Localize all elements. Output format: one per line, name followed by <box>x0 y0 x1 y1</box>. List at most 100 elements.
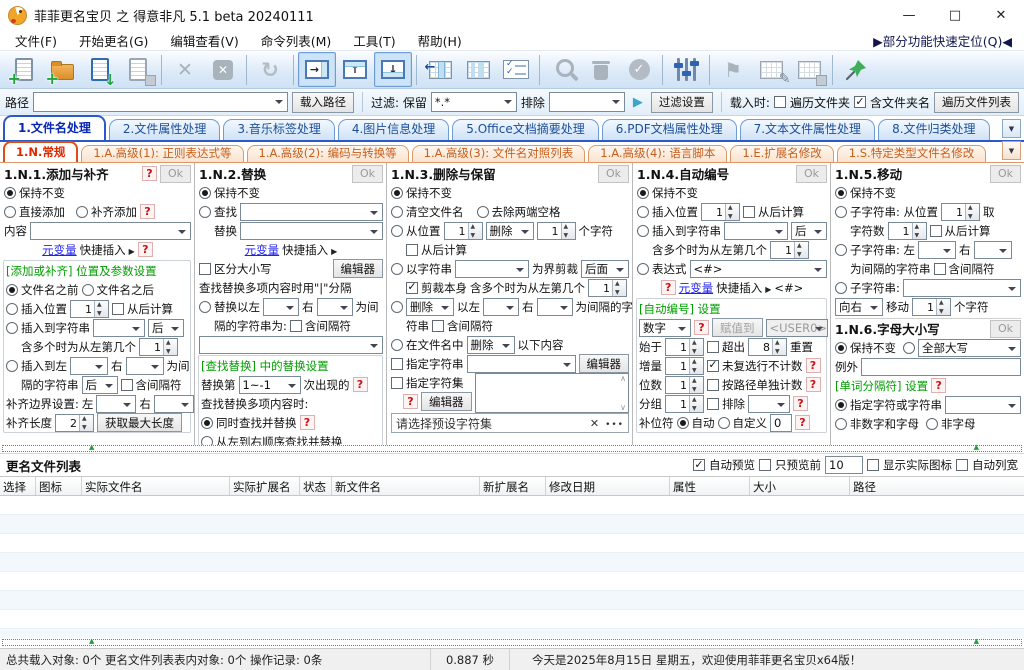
p4-custom-radio[interactable] <box>718 417 730 429</box>
p1-pad-right-combo[interactable] <box>154 395 194 413</box>
p2-nth-combo[interactable]: 1~-1 <box>239 376 301 394</box>
quick-locate-menu[interactable]: ▶部分功能快速定位(Q)◀ <box>873 31 1020 50</box>
help-icon[interactable]: ? <box>661 280 676 295</box>
p2-editor-button[interactable]: 编辑器 <box>333 259 384 278</box>
panel5-ok-button[interactable]: Ok <box>990 165 1021 183</box>
p3-from-end-checkbox[interactable] <box>406 244 418 256</box>
p6-keep-radio[interactable] <box>835 342 847 354</box>
p3-preset-bar[interactable]: 请选择预设字符集 <box>391 413 629 433</box>
p4-exceed-checkbox[interactable] <box>707 341 719 353</box>
p6-non-alnum-radio[interactable] <box>835 418 847 430</box>
column-header-new-ext[interactable]: 新扩展名 <box>480 477 546 495</box>
toggle-top-panel-button[interactable] <box>336 52 374 87</box>
p6-case-radio[interactable] <box>903 342 915 354</box>
toggle-right-panel-button[interactable] <box>298 52 336 87</box>
p5-from-end-checkbox[interactable] <box>930 225 942 237</box>
p1-content-combo[interactable] <box>30 222 191 240</box>
help-icon[interactable]: ? <box>795 415 810 430</box>
p4-exclude-combo[interactable] <box>748 395 790 413</box>
close-button[interactable]: ✕ <box>978 0 1024 30</box>
panel3-ok-button[interactable]: Ok <box>598 165 629 183</box>
p1-from-end-checkbox[interactable] <box>112 303 124 315</box>
column-header-status[interactable]: 状态 <box>300 477 332 495</box>
p5-direction-combo[interactable]: 向右 <box>835 298 883 316</box>
traverse-folders-checkbox[interactable] <box>774 96 786 108</box>
menu-tools[interactable]: 工具(T) <box>342 31 406 50</box>
p3-editor-button[interactable]: 编辑器 <box>579 354 630 373</box>
p5-left-sep-combo[interactable] <box>918 241 956 259</box>
panel1-ok-button[interactable]: Ok <box>160 165 191 183</box>
load-path-button[interactable]: 载入路径 <box>292 92 354 113</box>
tab-text-attributes[interactable]: 7.文本文件属性处理 <box>740 119 875 140</box>
p3-spec-str-combo[interactable] <box>467 355 576 373</box>
p1-insert-to-str-radio[interactable] <box>6 322 18 334</box>
check-options-button[interactable] <box>497 52 535 87</box>
p5-move-spinner[interactable]: 1 <box>912 298 951 316</box>
p3-count-spinner[interactable]: 1 <box>537 222 576 240</box>
menu-file[interactable]: 文件(F) <box>4 31 68 50</box>
p4-insert-to-str-radio[interactable] <box>637 225 649 237</box>
p5-sub1-radio[interactable] <box>835 206 847 218</box>
clear-list-button[interactable] <box>204 52 242 87</box>
p1-insert-pos-radio[interactable] <box>6 303 18 315</box>
maximize-button[interactable]: □ <box>932 0 978 30</box>
sub-tab-overflow-button[interactable] <box>1002 141 1021 160</box>
edit-table-button[interactable] <box>752 52 790 87</box>
expand-icon[interactable] <box>765 281 771 295</box>
p1-include-sep-checkbox[interactable] <box>121 379 133 391</box>
p1-insert-pos-spinner[interactable]: 1 <box>70 300 109 318</box>
horizontal-splitter-bottom[interactable] <box>2 639 1022 646</box>
fit-column-left-button[interactable] <box>421 52 459 87</box>
p4-group-spinner[interactable]: 1 <box>665 395 704 413</box>
p4-uncounted-checkbox[interactable] <box>707 360 719 372</box>
tab-image-info[interactable]: 4.图片信息处理 <box>338 119 449 140</box>
expand-icon[interactable] <box>129 243 135 257</box>
traverse-file-list-button[interactable]: 遍历文件列表 <box>934 92 1019 113</box>
tab-music-tags[interactable]: 3.音乐标签处理 <box>223 119 334 140</box>
panel4-ok-button[interactable]: Ok <box>796 165 827 183</box>
subtab-script[interactable]: 1.A.高级(4): 语言脚本 <box>588 145 727 162</box>
p4-insert-pos-radio[interactable] <box>637 206 649 218</box>
help-icon[interactable]: ? <box>142 166 157 181</box>
subtab-regex[interactable]: 1.A.高级(1): 正则表达式等 <box>81 145 243 162</box>
column-header-icon[interactable]: 图标 <box>36 477 82 495</box>
p1-sep-after-combo[interactable]: 后 <box>82 376 118 394</box>
p3-between-radio[interactable] <box>391 301 403 313</box>
p3-charset-checkbox[interactable] <box>391 377 403 389</box>
panel6-ok-button[interactable]: Ok <box>990 320 1021 338</box>
p3-right-sep-combo[interactable] <box>537 298 573 316</box>
column-header-actual-ext[interactable]: 实际扩展名 <box>230 477 300 495</box>
p2-find-combo[interactable] <box>240 203 383 221</box>
column-header-select[interactable]: 选择 <box>0 477 36 495</box>
keep-pattern-combo[interactable]: *.* <box>431 92 517 112</box>
p4-auto-radio[interactable] <box>677 417 689 429</box>
p5-pos-spinner[interactable]: 1 <box>941 203 980 221</box>
p3-charset-editor-button[interactable]: 编辑器 <box>421 392 472 411</box>
include-folder-names-checkbox[interactable] <box>854 96 866 108</box>
menu-command-list[interactable]: 命令列表(M) <box>250 31 343 50</box>
p4-user-var-combo[interactable]: <USER0> <box>766 319 828 337</box>
p3-from-pos-radio[interactable] <box>391 225 403 237</box>
p5-include-sep-checkbox[interactable] <box>934 263 946 275</box>
apply-rename-button[interactable] <box>620 52 658 87</box>
p6-spec-radio[interactable] <box>835 399 847 411</box>
refresh-button[interactable] <box>251 52 289 87</box>
help-icon[interactable]: ? <box>353 377 368 392</box>
apply-filter-icon[interactable] <box>629 93 647 111</box>
expand-icon[interactable] <box>331 243 337 257</box>
p1-right-sep-combo[interactable] <box>126 357 164 375</box>
p2-simultaneous-radio[interactable] <box>201 417 213 429</box>
p4-after-combo[interactable]: 后 <box>791 222 827 240</box>
exclude-pattern-combo[interactable] <box>549 92 625 112</box>
clear-preset-icon[interactable] <box>590 416 599 430</box>
menu-edit-view[interactable]: 编辑查看(V) <box>159 31 249 50</box>
p2-replace-combo[interactable] <box>240 222 383 240</box>
p6-exception-input[interactable] <box>861 358 1021 376</box>
column-layout-button[interactable] <box>459 52 497 87</box>
p1-after-combo[interactable]: 后 <box>148 319 184 337</box>
delete-check-button[interactable] <box>582 52 620 87</box>
p1-multi-nth-spinner[interactable]: 1 <box>139 338 178 356</box>
flag-mark-button[interactable] <box>714 52 752 87</box>
export-table-button[interactable] <box>790 52 828 87</box>
p1-pad-add-radio[interactable] <box>76 206 88 218</box>
